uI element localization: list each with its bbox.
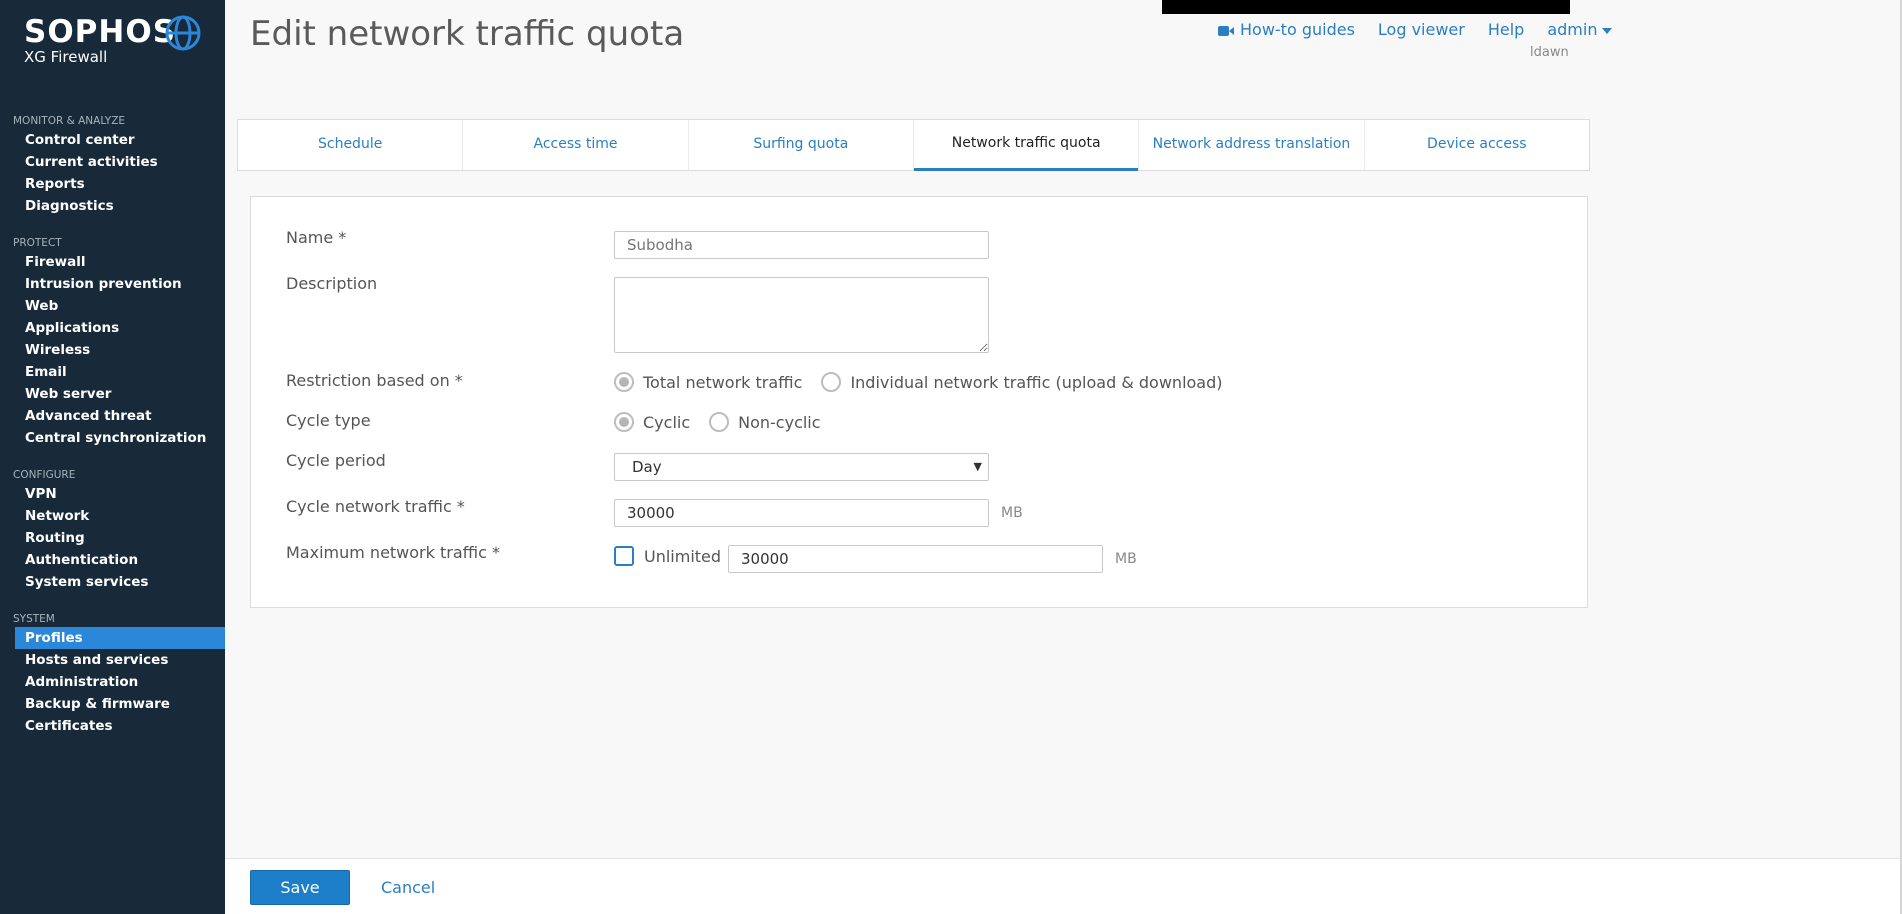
tab-network-address-translation[interactable]: Network address translation bbox=[1139, 120, 1365, 170]
sidebar-item-current-activities[interactable]: Current activities bbox=[0, 151, 225, 173]
footer-bar: Save Cancel bbox=[225, 858, 1902, 914]
nav-section-title: CONFIGURE bbox=[13, 469, 76, 481]
sidebar-item-control-center[interactable]: Control center bbox=[0, 129, 225, 151]
brand-product: XG Firewall bbox=[24, 48, 108, 66]
sidebar-item-diagnostics[interactable]: Diagnostics bbox=[0, 195, 225, 217]
restriction-radio-group: Total network traffic Individual network… bbox=[614, 372, 1242, 392]
sidebar-item-backup-firmware[interactable]: Backup & firmware bbox=[0, 693, 225, 715]
nav-group-system: SYSTEM Profiles Hosts and services Admin… bbox=[0, 612, 225, 737]
admin-menu[interactable]: admin bbox=[1547, 20, 1613, 39]
sophos-globe-icon bbox=[165, 15, 201, 51]
sidebar-nav: MONITOR & ANALYZE Control center Current… bbox=[0, 114, 225, 756]
radio-total-network-traffic[interactable] bbox=[614, 372, 634, 392]
radio-cyclic-label: Cyclic bbox=[643, 412, 691, 432]
nav-section-title: PROTECT bbox=[13, 237, 62, 249]
sidebar-item-wireless[interactable]: Wireless bbox=[0, 339, 225, 361]
tab-surfing-quota[interactable]: Surfing quota bbox=[689, 120, 914, 170]
nav-group-monitor: MONITOR & ANALYZE Control center Current… bbox=[0, 114, 225, 217]
log-viewer-link[interactable]: Log viewer bbox=[1378, 20, 1465, 39]
sidebar-item-firewall[interactable]: Firewall bbox=[0, 251, 225, 273]
cycle-period-value: Day bbox=[632, 458, 662, 476]
sidebar: SOPHOS XG Firewall MONITOR & ANALYZE Con… bbox=[0, 0, 225, 914]
description-label: Description bbox=[286, 274, 378, 293]
nav-group-protect: PROTECT Firewall Intrusion prevention We… bbox=[0, 236, 225, 449]
max-traffic-input[interactable] bbox=[728, 545, 1103, 573]
save-button[interactable]: Save bbox=[250, 870, 350, 905]
unlimited-label: Unlimited bbox=[644, 547, 722, 566]
sidebar-item-reports[interactable]: Reports bbox=[0, 173, 225, 195]
sidebar-item-web-server[interactable]: Web server bbox=[0, 383, 225, 405]
sidebar-item-applications[interactable]: Applications bbox=[0, 317, 225, 339]
username-label: ldawn bbox=[1530, 45, 1569, 60]
brand-name: SOPHOS bbox=[24, 14, 177, 50]
radio-individual-network-traffic[interactable] bbox=[821, 372, 842, 392]
help-link[interactable]: Help bbox=[1488, 20, 1524, 39]
sidebar-item-routing[interactable]: Routing bbox=[0, 527, 225, 549]
nav-section-title: SYSTEM bbox=[13, 613, 55, 625]
unlimited-checkbox[interactable] bbox=[614, 546, 634, 566]
name-input[interactable] bbox=[614, 231, 989, 259]
sidebar-item-advanced-threat[interactable]: Advanced threat bbox=[0, 405, 225, 427]
name-label: Name * bbox=[286, 228, 347, 247]
sidebar-item-email[interactable]: Email bbox=[0, 361, 225, 383]
form-panel: Name * Description Restriction based on … bbox=[250, 196, 1588, 608]
tab-bar: Schedule Access time Surfing quota Netwo… bbox=[237, 119, 1590, 171]
sidebar-item-certificates[interactable]: Certificates bbox=[0, 715, 225, 737]
tab-device-access[interactable]: Device access bbox=[1365, 120, 1589, 170]
video-camera-icon bbox=[1218, 25, 1234, 36]
sidebar-item-administration[interactable]: Administration bbox=[0, 671, 225, 693]
caret-down-icon bbox=[1602, 27, 1613, 34]
max-traffic-label: Maximum network traffic * bbox=[286, 543, 500, 562]
radio-individual-network-traffic-label: Individual network traffic (upload & dow… bbox=[850, 372, 1223, 392]
overlay-bar bbox=[1162, 0, 1570, 14]
cycle-type-radio-group: Cyclic Non-cyclic bbox=[614, 412, 840, 432]
description-field[interactable] bbox=[614, 277, 989, 353]
dropdown-arrow-icon: ▼ bbox=[973, 460, 982, 473]
tab-access-time[interactable]: Access time bbox=[463, 120, 689, 170]
admin-label: admin bbox=[1547, 20, 1598, 39]
cycle-traffic-unit: MB bbox=[1001, 505, 1023, 521]
radio-non-cyclic[interactable] bbox=[709, 412, 730, 432]
cycle-type-label: Cycle type bbox=[286, 411, 371, 430]
sidebar-item-system-services[interactable]: System services bbox=[0, 571, 225, 593]
nav-group-configure: CONFIGURE VPN Network Routing Authentica… bbox=[0, 468, 225, 593]
tab-schedule[interactable]: Schedule bbox=[238, 120, 464, 170]
sidebar-item-intrusion-prevention[interactable]: Intrusion prevention bbox=[0, 273, 225, 295]
radio-non-cyclic-label: Non-cyclic bbox=[738, 412, 821, 432]
sidebar-item-central-synchronization[interactable]: Central synchronization bbox=[0, 427, 225, 449]
radio-cyclic[interactable] bbox=[614, 412, 634, 432]
tab-network-traffic-quota[interactable]: Network traffic quota bbox=[913, 120, 1140, 171]
nav-section-title: MONITOR & ANALYZE bbox=[13, 115, 126, 127]
sidebar-item-vpn[interactable]: VPN bbox=[0, 483, 225, 505]
radio-total-network-traffic-label: Total network traffic bbox=[643, 372, 803, 392]
top-links: How-to guides Log viewer Help admin bbox=[1218, 20, 1613, 39]
max-traffic-unit: MB bbox=[1115, 551, 1137, 567]
sidebar-item-network[interactable]: Network bbox=[0, 505, 225, 527]
cycle-traffic-input[interactable] bbox=[614, 499, 989, 527]
cycle-period-label: Cycle period bbox=[286, 451, 386, 470]
sidebar-item-web[interactable]: Web bbox=[0, 295, 225, 317]
howto-guides-link[interactable]: How-to guides bbox=[1218, 20, 1355, 39]
howto-guides-label: How-to guides bbox=[1240, 20, 1355, 39]
cancel-button[interactable]: Cancel bbox=[381, 878, 435, 897]
brand[interactable]: SOPHOS XG Firewall bbox=[24, 14, 176, 66]
sidebar-item-profiles[interactable]: Profiles bbox=[15, 627, 225, 649]
cycle-traffic-label: Cycle network traffic * bbox=[286, 497, 465, 516]
restriction-label: Restriction based on * bbox=[286, 371, 463, 390]
sidebar-item-authentication[interactable]: Authentication bbox=[0, 549, 225, 571]
page-title: Edit network traffic quota bbox=[250, 14, 685, 54]
sidebar-item-hosts-and-services[interactable]: Hosts and services bbox=[0, 649, 225, 671]
cycle-period-select[interactable]: Day ▼ bbox=[614, 453, 989, 481]
